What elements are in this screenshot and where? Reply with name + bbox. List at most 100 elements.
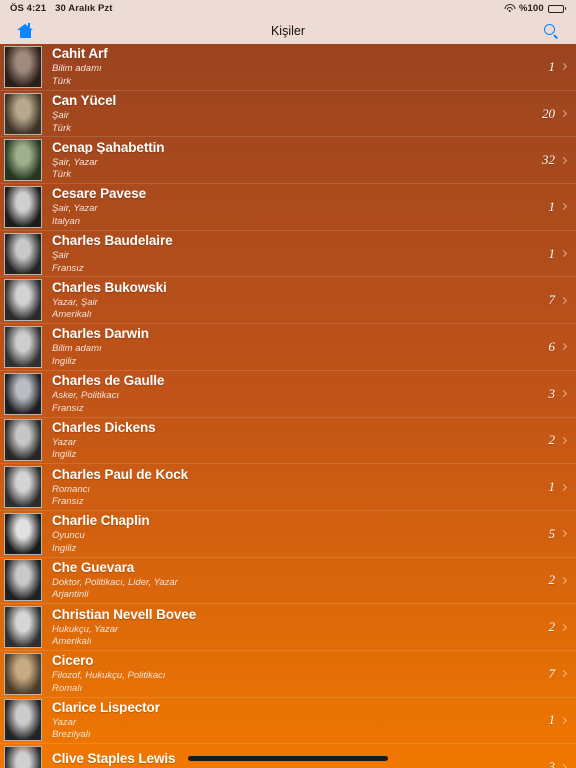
- chevron-right-icon: [559, 156, 568, 164]
- list-item-texts: Charles Darwin Bilim adamı İngiliz: [42, 327, 537, 366]
- list-item-accessory: 2: [537, 572, 568, 588]
- page-title: Kişiler: [270, 23, 306, 38]
- list-item[interactable]: Charles Darwin Bilim adamı İngiliz 6: [0, 324, 576, 371]
- list-item[interactable]: Cicero Filozof, Hukukçu, Politikacı Romalı…: [0, 651, 576, 698]
- list-item-accessory: 1: [537, 246, 568, 262]
- home-button[interactable]: [12, 20, 38, 42]
- avatar: [4, 652, 42, 695]
- avatar: [4, 185, 42, 228]
- person-nationality: Türk: [52, 76, 71, 87]
- avatar: [4, 325, 42, 368]
- person-profession: Bilim adamı: [52, 344, 102, 354]
- quote-count: 7: [548, 665, 556, 681]
- person-profession: Şair: [52, 251, 69, 261]
- list-item[interactable]: Charlie Chaplin Oyuncu İngiliz 5: [0, 511, 576, 558]
- person-nationality: Fransız: [52, 403, 84, 414]
- person-nationality: Amerikalı: [52, 637, 92, 647]
- status-date: 30 Aralık Pzt: [55, 3, 113, 14]
- list-item-texts: Cenap Şahabettin Şair, Yazar Türk: [42, 141, 537, 180]
- avatar: [4, 466, 42, 509]
- list-item-accessory: 5: [537, 525, 568, 542]
- chevron-right-icon: [559, 109, 568, 118]
- avatar: [4, 606, 42, 649]
- person-profession: Romancı: [52, 484, 91, 495]
- person-profession: Hukukçu, Yazar: [52, 624, 119, 635]
- list-item-accessory: 20: [537, 106, 568, 122]
- chevron-right-icon: [559, 483, 568, 491]
- list-item-texts: Charles Paul de Kock Romancı Fransız: [42, 468, 537, 507]
- list-item[interactable]: Clarice Lispector Yazar Brezilyalı 1: [0, 698, 576, 745]
- chevron-right-icon: [559, 343, 568, 351]
- quote-count: 5: [548, 525, 556, 541]
- person-nationality: Romalı: [52, 683, 83, 694]
- person-name: Cicero: [52, 654, 94, 668]
- quote-count: 1: [548, 479, 556, 495]
- list-item[interactable]: Cenap Şahabettin Şair, Yazar Türk 32: [0, 137, 576, 185]
- list-item-texts: Charlie Chaplin Oyuncu İngiliz: [42, 514, 537, 553]
- list-item-texts: Cesare Pavese Şair, Yazar İtalyan: [42, 187, 537, 226]
- avatar: [4, 279, 42, 322]
- person-name: Clarice Lispector: [52, 700, 160, 715]
- chevron-right-icon: [559, 623, 568, 631]
- list-item-accessory: 2: [537, 619, 568, 635]
- list-item-texts: Christian Nevell Bovee Hukukçu, Yazar Amer…: [42, 608, 537, 647]
- person-nationality: Fransız: [52, 263, 84, 274]
- person-profession: Şair, Yazar: [52, 157, 98, 168]
- list-item[interactable]: Cahit Arf Bilim adamı Türk 1: [0, 44, 576, 91]
- avatar: [4, 372, 42, 415]
- quote-count: 7: [548, 292, 556, 308]
- list-item-accessory: 3: [537, 759, 568, 768]
- chevron-right-icon: [559, 203, 568, 211]
- quote-count: 1: [548, 712, 556, 728]
- search-icon: [543, 23, 559, 39]
- list-item[interactable]: Charles Bukowski Yazar, Şair Amerikalı 7: [0, 277, 576, 325]
- chevron-right-icon: [559, 63, 568, 71]
- person-nationality: İngiliz: [52, 356, 77, 367]
- person-name: Can Yücel: [52, 94, 117, 108]
- chevron-right-icon: [559, 716, 568, 725]
- avatar: [4, 419, 42, 462]
- status-bar-left: ÖS 4:21 30 Aralık Pzt: [10, 3, 113, 14]
- list-item-accessory: 32: [537, 152, 568, 168]
- chevron-right-icon: [559, 530, 568, 538]
- person-name: Charles Paul de Kock: [52, 467, 189, 482]
- list-item[interactable]: Che Guevara Doktor, Politikacı, Lider, Ya…: [0, 558, 576, 605]
- search-button[interactable]: [538, 20, 564, 42]
- quote-count: 6: [548, 338, 556, 354]
- person-nationality: İtalyan: [52, 216, 80, 227]
- chevron-right-icon: [559, 576, 568, 584]
- battery-percent-label: %100: [519, 3, 544, 14]
- person-profession: Yazar: [52, 437, 77, 448]
- person-name: Charles Baudelaire: [52, 234, 173, 248]
- quote-count: 1: [548, 58, 556, 74]
- home-indicator[interactable]: [188, 756, 388, 761]
- chevron-right-icon: [559, 670, 568, 678]
- person-name: Cahit Arf: [52, 47, 108, 61]
- person-profession: Doktor, Politikacı, Lider, Yazar: [52, 577, 178, 588]
- person-profession: Yazar: [52, 717, 77, 728]
- people-list[interactable]: Cahit Arf Bilim adamı Türk 1 Can Yücel Şair Tü…: [0, 44, 576, 768]
- list-item[interactable]: Christian Nevell Bovee Hukukçu, Yazar Amer…: [0, 604, 576, 651]
- quote-count: 1: [548, 198, 556, 214]
- person-nationality: Türk: [52, 170, 71, 180]
- list-item[interactable]: Can Yücel Şair Türk 20: [0, 91, 576, 138]
- list-item[interactable]: Charles de Gaulle Asker, Politikacı Fransı…: [0, 371, 576, 418]
- ipad-screen: ÖS 4:21 30 Aralık Pzt %100 Kişiler Cahit…: [0, 0, 576, 768]
- home-icon: [17, 23, 33, 38]
- quote-count: 3: [548, 385, 556, 401]
- list-item[interactable]: Cesare Pavese Şair, Yazar İtalyan 1: [0, 184, 576, 231]
- list-item[interactable]: Charles Baudelaire Şair Fransız 1: [0, 231, 576, 278]
- list-item-texts: Charles Dickens Yazar İngiliz: [42, 421, 537, 460]
- status-bar: ÖS 4:21 30 Aralık Pzt %100: [0, 0, 576, 17]
- chevron-right-icon: [559, 436, 568, 444]
- list-item[interactable]: Charles Paul de Kock Romancı Fransız 1: [0, 464, 576, 511]
- navigation-bar: Kişiler: [0, 17, 576, 44]
- person-name: Charles Darwin: [52, 327, 149, 341]
- person-name: Cenap Şahabettin: [52, 140, 165, 155]
- list-item-accessory: 6: [537, 338, 568, 355]
- quote-count: 32: [542, 152, 555, 168]
- person-profession: Şair, Yazar: [52, 204, 98, 214]
- person-name: Cesare Pavese: [52, 187, 147, 201]
- avatar: [4, 746, 42, 768]
- list-item[interactable]: Charles Dickens Yazar İngiliz 2: [0, 418, 576, 465]
